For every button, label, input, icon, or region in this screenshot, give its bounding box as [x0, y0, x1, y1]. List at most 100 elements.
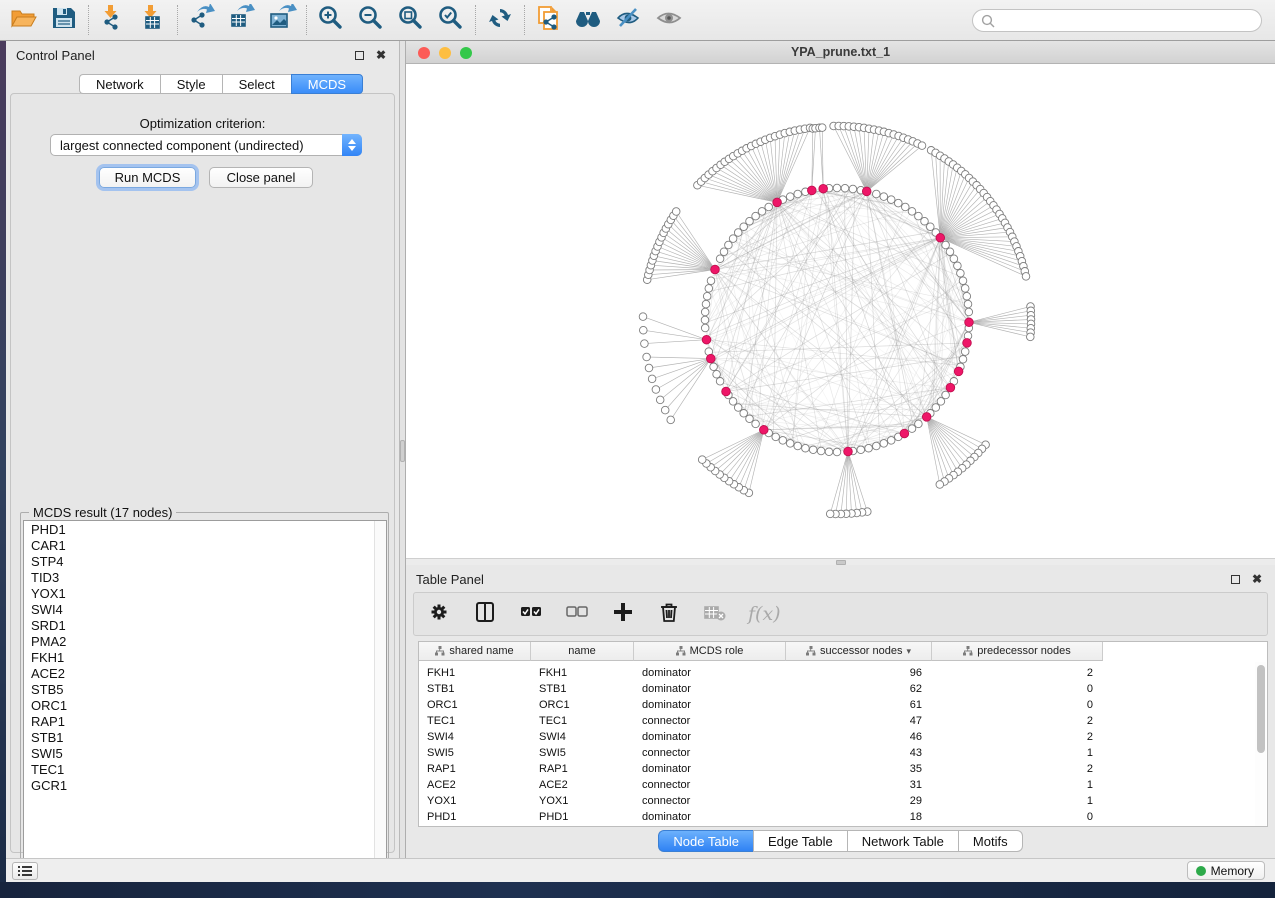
- mcds-list-scrollbar[interactable]: [374, 521, 386, 876]
- memory-button[interactable]: Memory: [1187, 861, 1265, 880]
- close-panel-icon[interactable]: ✖: [1249, 571, 1265, 587]
- table-options-button[interactable]: [426, 599, 452, 630]
- import-network-button[interactable]: [93, 3, 133, 37]
- save-session-button[interactable]: [44, 3, 84, 37]
- search-neighbors-button[interactable]: [569, 3, 609, 37]
- zoom-selected-icon: [436, 4, 466, 37]
- tab-network-table[interactable]: Network Table: [847, 830, 958, 852]
- export-network-button[interactable]: [182, 3, 222, 37]
- float-panel-icon[interactable]: [1227, 571, 1243, 587]
- mcds-result-item[interactable]: GCR1: [24, 777, 386, 793]
- scrollbar-thumb[interactable]: [1257, 665, 1265, 753]
- mcds-result-item[interactable]: TEC1: [24, 761, 386, 777]
- import-network-icon: [98, 4, 128, 37]
- task-history-button[interactable]: [12, 862, 38, 880]
- refresh-layout-button[interactable]: [480, 3, 520, 37]
- table-row[interactable]: STB1STB1dominator620: [419, 681, 1267, 697]
- export-image-button[interactable]: [262, 3, 302, 37]
- column-header-predecessor-nodes[interactable]: predecessor nodes: [932, 642, 1103, 661]
- table-cell: FKH1: [427, 665, 455, 681]
- table-row[interactable]: ORC1ORC1dominator610: [419, 697, 1267, 713]
- select-all-button[interactable]: [518, 599, 544, 630]
- import-table-button[interactable]: [133, 3, 173, 37]
- mcds-result-item[interactable]: STP4: [24, 553, 386, 569]
- mcds-result-item[interactable]: PMA2: [24, 633, 386, 649]
- search-box[interactable]: [972, 9, 1262, 32]
- mcds-result-item[interactable]: SWI5: [24, 745, 386, 761]
- run-mcds-button[interactable]: Run MCDS: [99, 167, 196, 188]
- column-header-successor-nodes[interactable]: successor nodes▾: [786, 642, 932, 661]
- network-graph[interactable]: [406, 64, 1275, 558]
- zoom-out-button[interactable]: [351, 3, 391, 37]
- tab-mcds[interactable]: MCDS: [291, 74, 363, 94]
- export-network-icon: [187, 4, 217, 37]
- table-cell: connector: [642, 713, 690, 729]
- mcds-result-item[interactable]: ACE2: [24, 665, 386, 681]
- mcds-result-item[interactable]: SWI4: [24, 601, 386, 617]
- mcds-result-item[interactable]: STB5: [24, 681, 386, 697]
- table-cell: STB1: [427, 681, 455, 697]
- deselect-all-button[interactable]: [564, 599, 590, 630]
- table-row[interactable]: SWI4SWI4dominator462: [419, 729, 1267, 745]
- table-row[interactable]: ACE2ACE2connector311: [419, 777, 1267, 793]
- table-cell: connector: [642, 777, 690, 793]
- table-row[interactable]: RAP1RAP1dominator352: [419, 761, 1267, 777]
- tab-node-table[interactable]: Node Table: [658, 830, 753, 852]
- network-window-titlebar[interactable]: YPA_prune.txt_1: [406, 41, 1275, 64]
- mcds-result-item[interactable]: RAP1: [24, 713, 386, 729]
- tab-select[interactable]: Select: [222, 74, 291, 94]
- mcds-result-item[interactable]: CAR1: [24, 537, 386, 553]
- table-row[interactable]: SWI5SWI5connector431: [419, 745, 1267, 761]
- mcds-result-item[interactable]: ORC1: [24, 697, 386, 713]
- tab-network[interactable]: Network: [79, 74, 160, 94]
- mcds-result-item[interactable]: PHD1: [24, 521, 386, 537]
- zoom-in-button[interactable]: [311, 3, 351, 37]
- close-panel-button[interactable]: Close panel: [209, 167, 313, 188]
- criterion-dropdown[interactable]: largest connected component (undirected): [50, 134, 362, 156]
- search-icon: [981, 14, 995, 28]
- mcds-result-item[interactable]: STB1: [24, 729, 386, 745]
- delete-columns-icon: [656, 599, 682, 630]
- create-column-button[interactable]: [610, 599, 636, 630]
- table-cell: dominator: [642, 681, 691, 697]
- delete-columns-button[interactable]: [656, 599, 682, 630]
- table-row[interactable]: PHD1PHD1dominator180: [419, 809, 1267, 825]
- zoom-selected-button[interactable]: [431, 3, 471, 37]
- search-input[interactable]: [995, 12, 1261, 30]
- float-panel-icon[interactable]: [351, 47, 367, 63]
- close-panel-icon[interactable]: ✖: [373, 47, 389, 63]
- mcds-result-item[interactable]: FKH1: [24, 649, 386, 665]
- table-cell: ORC1: [427, 697, 458, 713]
- duplicate-network-button[interactable]: [529, 3, 569, 37]
- open-session-button[interactable]: [4, 3, 44, 37]
- table-row[interactable]: TEC1TEC1connector472: [419, 713, 1267, 729]
- table-row[interactable]: YOX1YOX1connector291: [419, 793, 1267, 809]
- table-cell: 61: [786, 697, 922, 713]
- tab-edge-table[interactable]: Edge Table: [753, 830, 847, 852]
- tab-style[interactable]: Style: [160, 74, 222, 94]
- export-table-button[interactable]: [222, 3, 262, 37]
- show-all-button[interactable]: [649, 3, 689, 37]
- network-canvas[interactable]: [406, 64, 1275, 558]
- tab-motifs[interactable]: Motifs: [958, 830, 1023, 852]
- table-cell: 2: [932, 729, 1093, 745]
- table-scrollbar[interactable]: [1255, 662, 1266, 826]
- mcds-result-item[interactable]: YOX1: [24, 585, 386, 601]
- show-hide-columns-button[interactable]: [472, 599, 498, 630]
- control-panel: Control Panel ✖ NetworkStyleSelectMCDS O…: [6, 41, 400, 858]
- column-header-MCDS-role[interactable]: MCDS role: [634, 642, 786, 661]
- column-header-shared-name[interactable]: shared name: [419, 642, 531, 661]
- mcds-result-item[interactable]: TID3: [24, 569, 386, 585]
- panel-divider-horizontal[interactable]: [406, 558, 1275, 565]
- export-table-icon: [227, 4, 257, 37]
- mcds-result-item[interactable]: SRD1: [24, 617, 386, 633]
- mcds-result-list[interactable]: PHD1CAR1STP4TID3YOX1SWI4SRD1PMA2FKH1ACE2…: [23, 520, 387, 877]
- zoom-fit-button[interactable]: [391, 3, 431, 37]
- dominator-node: [722, 387, 731, 396]
- table-row[interactable]: FKH1FKH1dominator962: [419, 665, 1267, 681]
- table-cell: dominator: [642, 665, 691, 681]
- node-table[interactable]: shared namenameMCDS rolesuccessor nodes▾…: [418, 641, 1268, 827]
- hide-selected-button[interactable]: [609, 3, 649, 37]
- divider-grip[interactable]: [400, 440, 405, 462]
- column-header-name[interactable]: name: [531, 642, 634, 661]
